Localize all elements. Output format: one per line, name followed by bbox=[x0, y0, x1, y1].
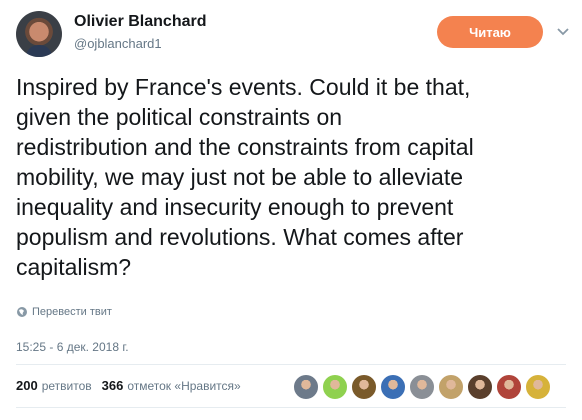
liker-avatar[interactable] bbox=[380, 374, 406, 400]
chevron-down-icon[interactable] bbox=[556, 24, 570, 38]
translate-link[interactable]: Перевести твит bbox=[16, 306, 112, 318]
liker-avatar[interactable] bbox=[409, 374, 435, 400]
liker-avatar[interactable] bbox=[322, 374, 348, 400]
retweets-count: 200 bbox=[16, 378, 38, 393]
likes-stat[interactable]: 366 отметок «Нравится» bbox=[102, 378, 241, 393]
tweet-line: redistribution and the constraints from … bbox=[16, 134, 474, 160]
tweet-line: capitalism? bbox=[16, 254, 132, 280]
likes-count: 366 bbox=[101, 378, 124, 393]
tweet-stats: 200 ретвитов 366 отметок «Нравится» bbox=[16, 378, 251, 393]
tweet-timestamp[interactable]: 15:25 - 6 дек. 2018 г. bbox=[16, 340, 129, 354]
translate-label: Перевести твит bbox=[32, 306, 112, 318]
author-name[interactable]: Olivier Blanchard bbox=[74, 13, 207, 31]
divider bbox=[16, 407, 566, 408]
divider bbox=[16, 364, 566, 365]
tweet-line: mobility, we may just not be able to all… bbox=[16, 164, 464, 190]
tweet-line: Inspired by France's events. Could it be… bbox=[16, 74, 471, 100]
retweets-label: ретвитов bbox=[41, 379, 92, 393]
tweet-text: Inspired by France's events. Could it be… bbox=[16, 72, 578, 282]
liker-avatar[interactable] bbox=[351, 374, 377, 400]
globe-icon bbox=[17, 307, 27, 317]
liker-avatar[interactable] bbox=[438, 374, 464, 400]
author-avatar[interactable] bbox=[16, 11, 62, 57]
follow-button[interactable]: Читаю bbox=[437, 16, 543, 48]
likes-label: отметок «Нравится» bbox=[127, 379, 241, 393]
tweet-line: given the political constraints on bbox=[16, 104, 343, 130]
tweet-line: inequality and insecurity enough to prev… bbox=[16, 194, 454, 220]
liker-avatar[interactable] bbox=[496, 374, 522, 400]
tweet-line: populism and revolutions. What comes aft… bbox=[16, 224, 464, 250]
retweets-stat[interactable]: 200 ретвитов bbox=[16, 378, 92, 393]
author-handle[interactable]: @ojblanchard1 bbox=[74, 36, 162, 51]
liker-avatar[interactable] bbox=[293, 374, 319, 400]
liker-avatar[interactable] bbox=[525, 374, 551, 400]
liker-avatar[interactable] bbox=[467, 374, 493, 400]
liker-avatars bbox=[293, 374, 554, 400]
